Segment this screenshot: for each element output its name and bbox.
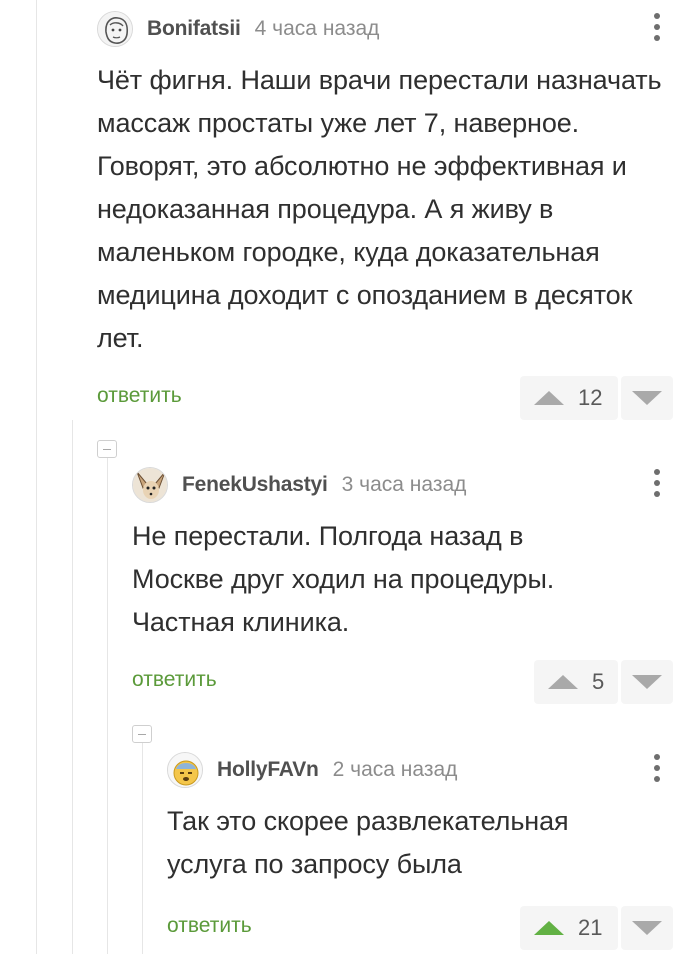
comment: FenekUshastyi 3 часа назад Не перестали.…: [132, 467, 673, 704]
downvote-arrow-icon: [632, 921, 662, 935]
emoji-face-avatar-icon[interactable]: [167, 752, 203, 788]
comment-timestamp[interactable]: 3 часа назад: [342, 473, 467, 497]
downvote-button[interactable]: [621, 906, 673, 950]
reply-button[interactable]: ответить: [132, 668, 217, 692]
comment: Bonifatsii 4 часа назад Чёт фигня. Наши …: [97, 11, 673, 420]
more-options-icon[interactable]: [653, 469, 661, 501]
comment-actions: ответить 12: [97, 376, 673, 420]
thread-line: [36, 0, 37, 954]
fennec-fox-avatar-icon[interactable]: [132, 467, 168, 503]
upvote-arrow-icon: [534, 921, 564, 935]
downvote-arrow-icon: [632, 391, 662, 405]
comment: HollyFAVn 2 часа назад Так это скорее ра…: [167, 752, 673, 950]
collapse-thread-button[interactable]: [97, 440, 117, 458]
comment-timestamp[interactable]: 4 часа назад: [255, 17, 380, 41]
upvote-arrow-icon: [534, 391, 564, 405]
comment-score: 12: [578, 385, 603, 410]
collapse-thread-button[interactable]: [132, 725, 152, 743]
user-avatar-sketch-icon[interactable]: [97, 11, 133, 47]
upvote-arrow-icon: [548, 675, 578, 689]
reply-button[interactable]: ответить: [167, 914, 252, 938]
upvote-button[interactable]: 21: [520, 906, 618, 950]
upvote-button[interactable]: 12: [520, 376, 618, 420]
comment-timestamp[interactable]: 2 часа назад: [333, 758, 458, 782]
comment-username[interactable]: FenekUshastyi: [182, 473, 328, 497]
downvote-arrow-icon: [632, 675, 662, 689]
comment-actions: ответить 5: [132, 660, 673, 704]
more-options-icon[interactable]: [653, 754, 661, 786]
thread-line: [72, 420, 73, 954]
comment-text: Так это скорее развлекательная услуга по…: [167, 806, 569, 879]
downvote-button[interactable]: [621, 660, 673, 704]
upvote-button[interactable]: 5: [534, 660, 618, 704]
comment-username[interactable]: HollyFAVn: [217, 758, 319, 782]
comment-header: FenekUshastyi 3 часа назад: [132, 467, 673, 503]
comment-username[interactable]: Bonifatsii: [147, 17, 241, 41]
thread-line: [107, 458, 108, 954]
comment-score: 21: [578, 915, 603, 940]
comment-text: Не перестали. Полгода назад в Москве дру…: [132, 521, 555, 637]
comment-header: HollyFAVn 2 часа назад: [167, 752, 673, 788]
more-options-icon[interactable]: [653, 13, 661, 45]
downvote-button[interactable]: [621, 376, 673, 420]
thread-line: [142, 742, 143, 954]
comment-score: 5: [592, 669, 605, 694]
comment-text: Чёт фигня. Наши врачи перестали назначат…: [97, 65, 662, 353]
comment-actions: ответить 21: [167, 906, 673, 950]
reply-button[interactable]: ответить: [97, 384, 182, 408]
comment-header: Bonifatsii 4 часа назад: [97, 11, 673, 47]
